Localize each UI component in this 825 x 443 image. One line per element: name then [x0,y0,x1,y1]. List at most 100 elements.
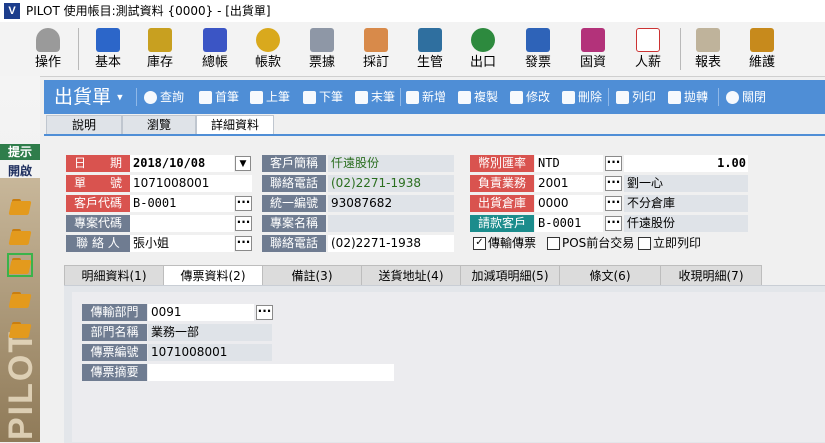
folder-icon[interactable] [8,229,32,245]
transfer-voucher-checkbox[interactable]: ✓ 傳輸傳票 [473,235,536,252]
warehouse-name-field: 不分倉庫 [624,195,748,212]
phone2-field[interactable]: (02)2271-1938 [328,235,454,252]
new-icon [406,91,419,104]
currency-field[interactable]: NTD [535,155,603,172]
last-record-icon [355,91,368,104]
bill-customer-lookup-button[interactable]: ··· [605,216,622,231]
toolbar-basic-button[interactable]: 基本 [88,22,128,76]
copy-button[interactable]: 複製 [458,80,498,114]
contact-field[interactable]: 張小姐 [130,235,234,252]
bill-customer-name-field: 仟遠股份 [624,215,748,232]
tools-icon [750,28,774,52]
contact-label: 聯 絡 人 [66,235,130,252]
toolbar-maintenance-button[interactable]: 維護 [742,22,782,76]
first-record-icon [199,91,212,104]
main-toolbar: 操作 基本 庫存 總帳 帳款 票據 採訂 生管 出口 發票 固資 人薪 報表 維… [0,22,825,77]
staff-name-field: 劉一心 [624,175,748,192]
order-no-field[interactable]: 1071008001 [130,175,252,192]
subtab-terms[interactable]: 條文(6) [559,265,661,286]
summary-field[interactable] [148,364,394,381]
new-button[interactable]: 新增 [406,80,446,114]
chevron-down-icon[interactable]: ▼ [235,156,251,171]
query-button[interactable]: 查詢 [144,80,184,114]
mouse-icon [36,28,60,52]
search-icon [144,91,157,104]
transfer-icon [668,91,681,104]
warehouse-lookup-button[interactable]: ··· [605,196,622,211]
customer-code-field[interactable]: B-0001 [130,195,234,212]
toolbar-production-button[interactable]: 生管 [410,22,450,76]
folder-icon[interactable] [8,322,32,338]
toolbar-invoice-button[interactable]: 發票 [518,22,558,76]
chart-icon [636,28,660,52]
first-record-button[interactable]: 首筆 [199,80,239,114]
next-record-button[interactable]: 下筆 [303,80,343,114]
tab-description[interactable]: 說明 [46,115,122,135]
toolbar-notes-button[interactable]: 票據 [302,22,342,76]
checkbox-checked-icon: ✓ [473,237,486,250]
pos-transaction-checkbox[interactable]: POS前台交易 [547,235,634,252]
toolbar-purchase-button[interactable]: 採訂 [356,22,396,76]
next-record-icon [303,91,316,104]
handshake-icon [364,28,388,52]
staff-lookup-button[interactable]: ··· [605,176,622,191]
subtab-adjustments[interactable]: 加減項明細(5) [460,265,560,286]
toolbar-general-ledger-button[interactable]: 總帳 [195,22,235,76]
phone2-label: 聯絡電話 [262,235,326,252]
warehouse-label: 出貨倉庫 [470,195,534,212]
subtab-voucher[interactable]: 傳票資料(2) [163,265,263,286]
document-menu[interactable]: 出貨單 ▾ [54,84,123,111]
last-record-button[interactable]: 末筆 [355,80,395,114]
toolbar-payroll-button[interactable]: 人薪 [628,22,668,76]
delete-button[interactable]: 刪除 [562,80,602,114]
subtab-delivery-address[interactable]: 送貨地址(4) [361,265,461,286]
project-code-field[interactable] [130,215,234,232]
toolbar-inventory-button[interactable]: 庫存 [140,22,180,76]
folder-icon[interactable] [8,199,32,215]
stairs-icon [581,28,605,52]
selected-folder-outline [7,253,33,277]
contact-lookup-button[interactable]: ··· [235,236,252,251]
dept-name-label: 部門名稱 [82,324,147,341]
project-code-label: 專案代碼 [66,215,130,232]
bill-customer-code-field[interactable]: B-0001 [535,215,603,232]
exchange-rate-field[interactable]: 1.00 [624,155,748,172]
customer-lookup-button[interactable]: ··· [235,196,252,211]
toolbar-accounts-button[interactable]: 帳款 [248,22,288,76]
print-now-checkbox[interactable]: 立即列印 [638,235,701,252]
prev-record-button[interactable]: 上筆 [250,80,290,114]
subtab-remarks[interactable]: 備註(3) [262,265,362,286]
staff-code-field[interactable]: 2001 [535,175,603,192]
transfer-button[interactable]: 拋轉 [668,80,708,114]
currency-lookup-button[interactable]: ··· [605,156,622,171]
hint-tab[interactable]: 提示 [0,144,40,160]
summary-label: 傳票摘要 [82,364,147,381]
open-tab[interactable]: 開啟 [0,163,40,179]
edit-button[interactable]: 修改 [510,80,550,114]
tab-browse[interactable]: 瀏覽 [122,115,196,135]
gear-icon [418,28,442,52]
date-field[interactable]: 2018/10/08 [130,155,234,172]
bill-customer-label: 請款客戶 [470,215,534,232]
toolbar-fixed-assets-button[interactable]: 固資 [573,22,613,76]
coins-icon [256,28,280,52]
toolbar-operate-button[interactable]: 操作 [28,22,68,76]
project-lookup-button[interactable]: ··· [235,216,252,231]
toolbar-export-button[interactable]: 出口 [463,22,503,76]
close-button[interactable]: 關閉 [726,80,766,114]
globe-icon [471,28,495,52]
subtab-detail[interactable]: 明細資料(1) [64,265,164,286]
subtab-cash-receipts[interactable]: 收現明細(7) [660,265,762,286]
delete-icon [562,91,575,104]
dept-field[interactable]: 0091 [148,304,254,321]
warehouse-code-field[interactable]: 0000 [535,195,603,212]
currency-label: 幣別匯率 [470,155,534,172]
dept-lookup-button[interactable]: ··· [256,305,273,320]
date-label: 日 期 [66,155,130,172]
tab-details[interactable]: 詳細資料 [196,115,274,135]
print-button[interactable]: 列印 [616,80,656,114]
toolbar-reports-button[interactable]: 報表 [688,22,728,76]
folder-icon[interactable] [8,292,32,308]
bag-icon [148,28,172,52]
order-no-label: 單 號 [66,175,130,192]
